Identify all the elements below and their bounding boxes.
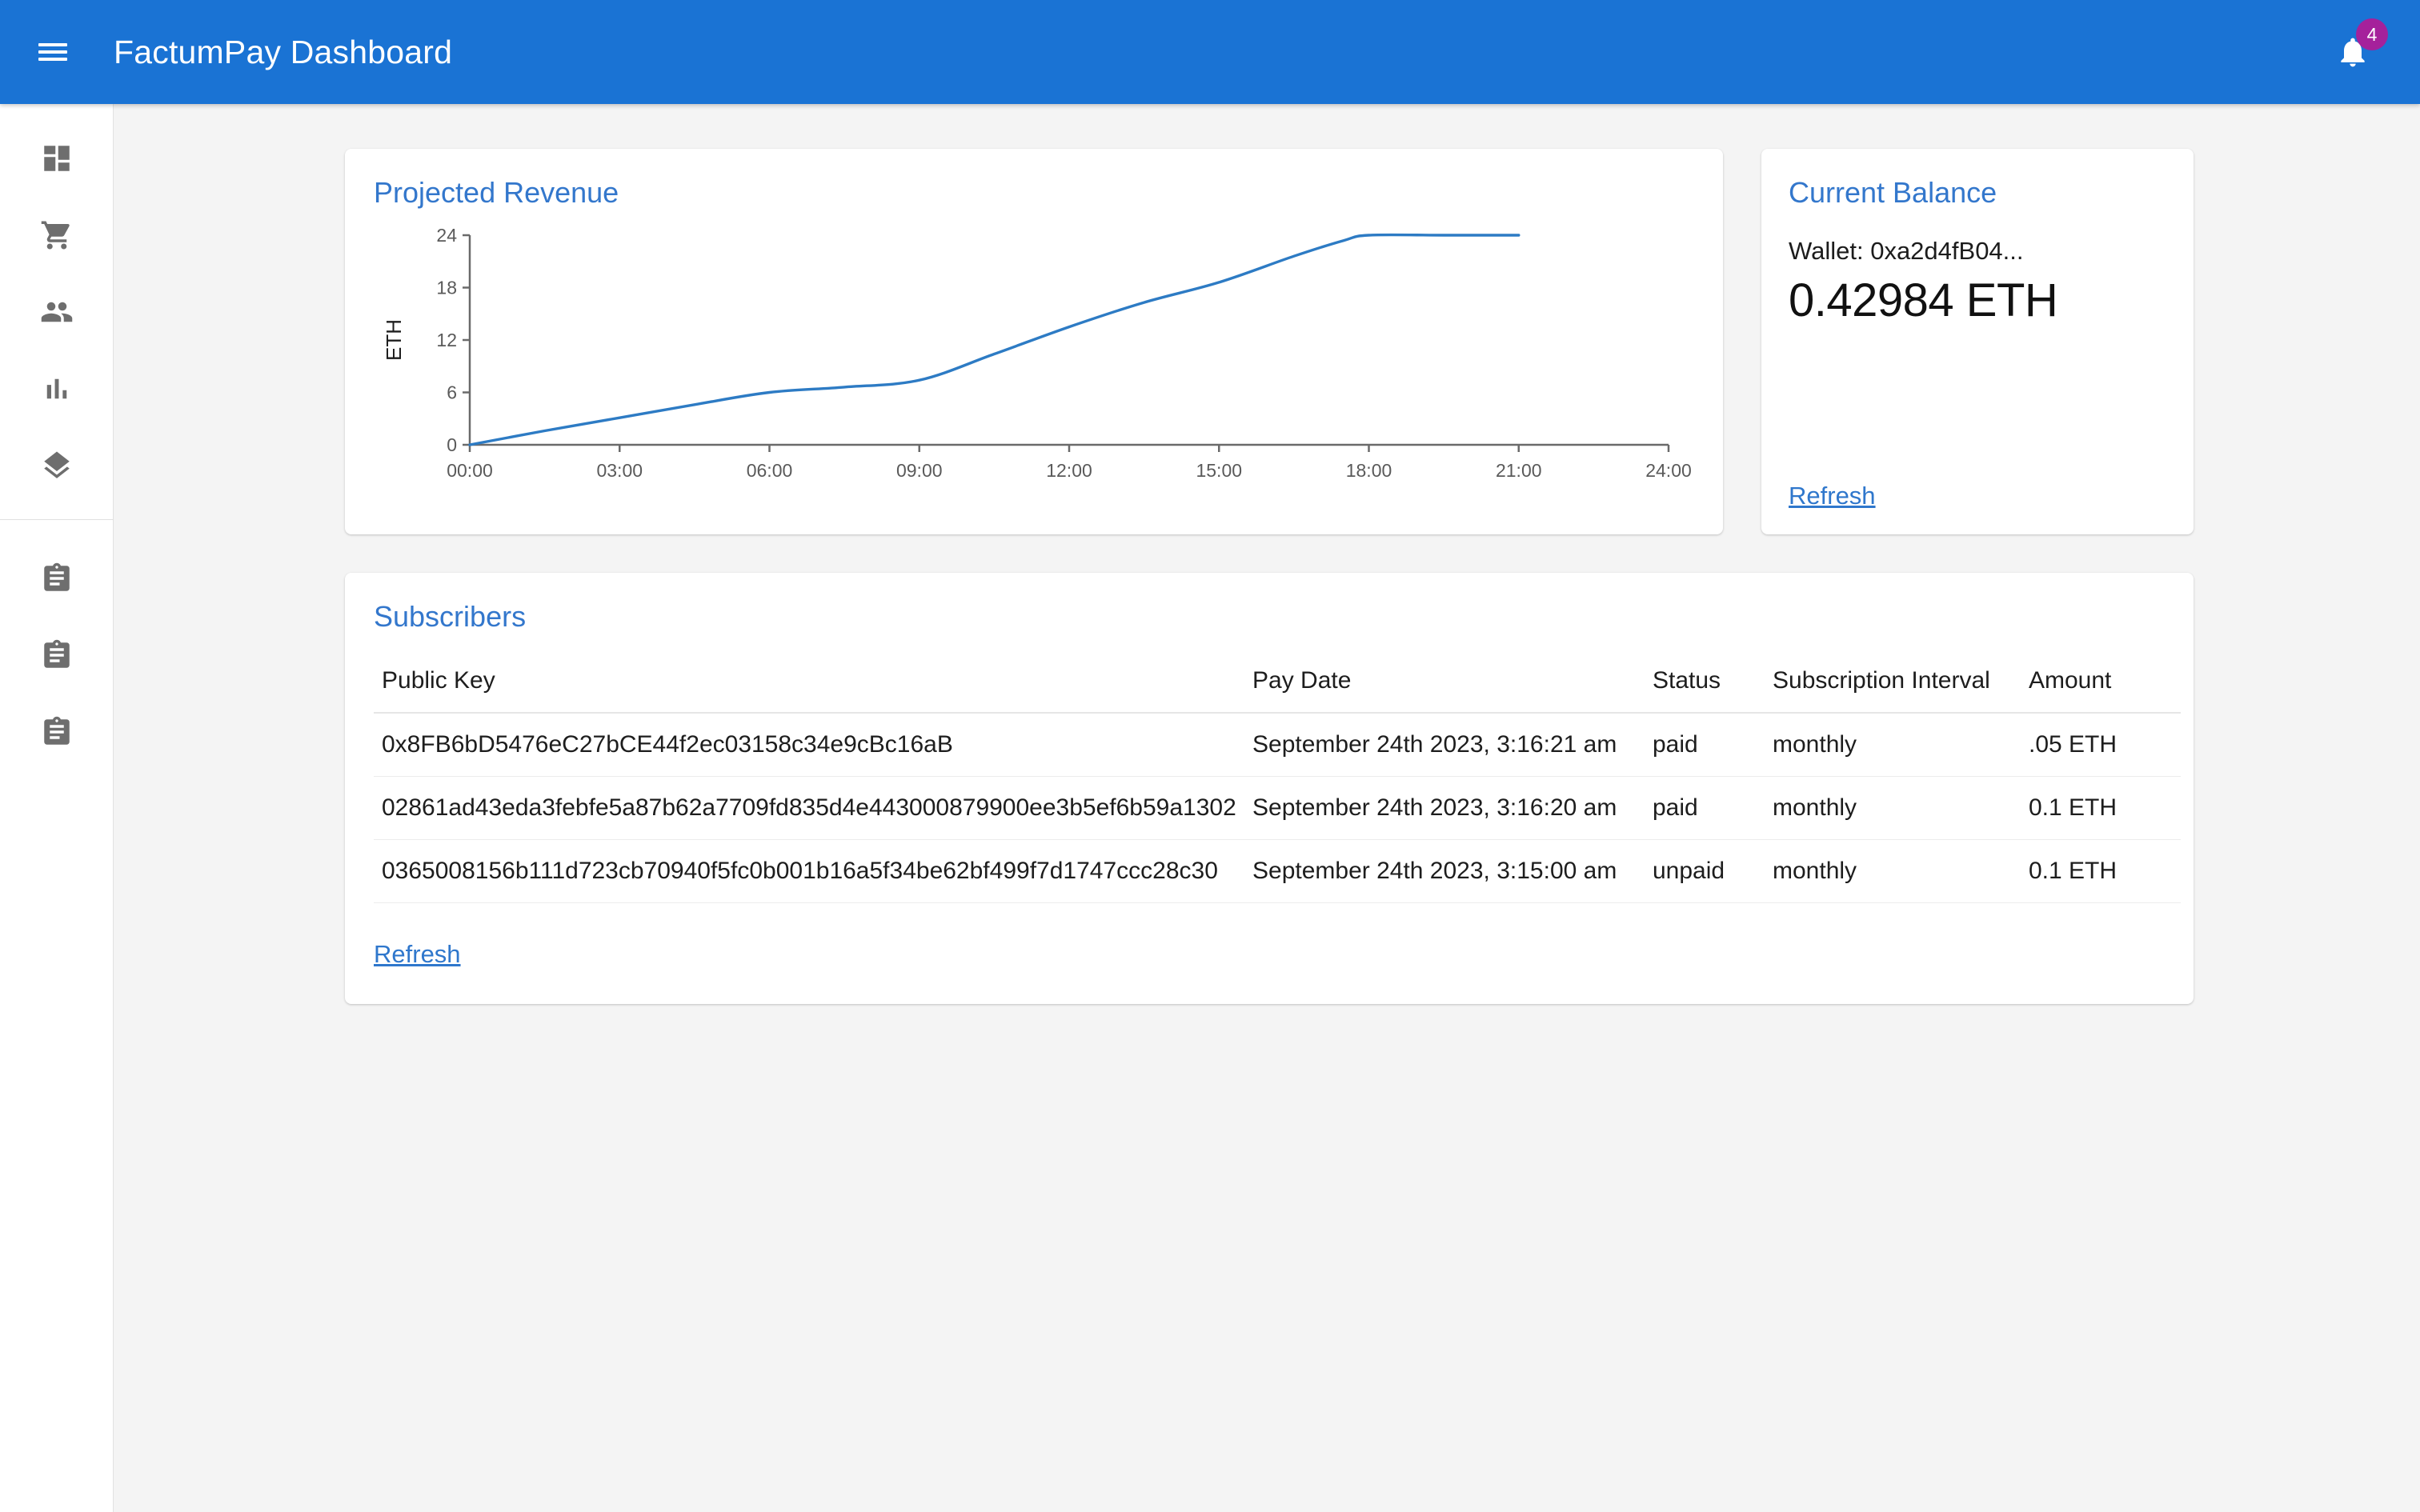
column-header-interval[interactable]: Subscription Interval	[1765, 662, 2021, 714]
svg-text:15:00: 15:00	[1196, 460, 1242, 481]
table-row[interactable]: 02861ad43eda3febfe5a87b62a7709fd835d4e44…	[374, 776, 2181, 840]
revenue-chart: 0 6 12 18 24 00:00 03:00 06:00 09:00 12:00 15:00 18…	[374, 224, 1694, 512]
projected-revenue-card: Projected Revenue 0 6 12 18 24 00:00 03:00 06:0…	[345, 149, 1723, 534]
notifications-button[interactable]: 4	[2314, 14, 2391, 90]
svg-text:6: 6	[447, 382, 457, 403]
bar-chart-icon	[46, 378, 67, 399]
cell-public-key: 02861ad43eda3febfe5a87b62a7709fd835d4e44…	[374, 776, 1244, 840]
main-content: Projected Revenue 0 6 12 18 24 00:00 03:00 06:0…	[114, 104, 2420, 1512]
svg-text:06:00: 06:00	[747, 460, 793, 481]
cell-pay-date: September 24th 2023, 3:16:21 am	[1244, 713, 1645, 777]
cell-pay-date: September 24th 2023, 3:15:00 am	[1244, 839, 1645, 903]
table-header-row: Public Key Pay Date Status Subscription …	[374, 662, 2181, 714]
svg-text:12:00: 12:00	[1046, 460, 1092, 481]
bottom-card-row: Subscribers Public Key Pay Date Status S…	[114, 534, 2420, 1004]
svg-text:00:00: 00:00	[447, 460, 493, 481]
subscribers-refresh-link[interactable]: Refresh	[374, 940, 461, 969]
svg-text:03:00: 03:00	[596, 460, 643, 481]
people-icon	[41, 302, 73, 322]
hamburger-menu-icon	[38, 39, 67, 65]
subscribers-table-head: Public Key Pay Date Status Subscription …	[374, 662, 2181, 714]
balance-refresh-link[interactable]: Refresh	[1789, 482, 1876, 510]
column-header-amount[interactable]: Amount	[2021, 662, 2181, 714]
subscribers-card: Subscribers Public Key Pay Date Status S…	[345, 573, 2194, 1004]
cell-public-key: 0x8FB6bD5476eC27bCE44f2ec03158c34e9cBc16…	[374, 713, 1244, 777]
cell-status: paid	[1645, 713, 1765, 777]
notification-badge: 4	[2356, 18, 2388, 50]
sidebar-nav	[0, 104, 114, 1512]
cell-interval: monthly	[1765, 713, 2021, 777]
table-row[interactable]: 0365008156b111d723cb70940f5fc0b001b16a5f…	[374, 839, 2181, 903]
subscribers-title: Subscribers	[374, 600, 527, 633]
cell-status: paid	[1645, 776, 1765, 840]
current-balance-title: Current Balance	[1789, 176, 1997, 209]
balance-amount: 0.42984 ETH	[1789, 274, 2058, 326]
svg-text:09:00: 09:00	[896, 460, 943, 481]
svg-text:18:00: 18:00	[1346, 460, 1392, 481]
app-header: FactumPay Dashboard 4	[0, 0, 2420, 104]
svg-text:24:00: 24:00	[1645, 460, 1692, 481]
column-header-public-key[interactable]: Public Key	[374, 662, 1244, 714]
shopping-cart-icon	[41, 221, 70, 250]
svg-text:18: 18	[436, 278, 457, 298]
cell-amount: 0.1 ETH	[2021, 839, 2181, 903]
svg-text:24: 24	[436, 225, 457, 246]
sidebar-item-reports[interactable]	[0, 350, 114, 427]
cell-public-key: 0365008156b111d723cb70940f5fc0b001b16a5f…	[374, 839, 1244, 903]
cell-amount: .05 ETH	[2021, 713, 2181, 777]
projected-revenue-title: Projected Revenue	[374, 176, 619, 209]
cell-amount: 0.1 ETH	[2021, 776, 2181, 840]
cell-interval: monthly	[1765, 776, 2021, 840]
svg-text:21:00: 21:00	[1496, 460, 1542, 481]
clipboard-icon	[44, 716, 70, 745]
svg-text:ETH: ETH	[382, 319, 406, 361]
current-balance-card: Current Balance Wallet: 0xa2d4fB04... 0.…	[1761, 149, 2194, 534]
subscribers-table-body: 0x8FB6bD5476eC27bCE44f2ec03158c34e9cBc16…	[374, 713, 2181, 903]
sidebar-item-dashboard[interactable]	[0, 120, 114, 197]
cell-status: unpaid	[1645, 839, 1765, 903]
layers-icon	[44, 451, 70, 478]
sidebar-item-report-1[interactable]	[0, 540, 114, 617]
column-header-status[interactable]: Status	[1645, 662, 1765, 714]
subscribers-table: Public Key Pay Date Status Subscription …	[374, 662, 2181, 903]
top-card-row: Projected Revenue 0 6 12 18 24 00:00 03:00 06:0…	[114, 149, 2420, 534]
sidebar-item-integrations[interactable]	[0, 427, 114, 504]
sidebar-item-customers[interactable]	[0, 274, 114, 350]
sidebar-divider	[0, 519, 114, 520]
svg-text:12: 12	[436, 330, 457, 350]
sidebar-item-report-2[interactable]	[0, 617, 114, 694]
cell-pay-date: September 24th 2023, 3:16:20 am	[1244, 776, 1645, 840]
table-row[interactable]: 0x8FB6bD5476eC27bCE44f2ec03158c34e9cBc16…	[374, 713, 2181, 777]
revenue-line-chart-svg: 0 6 12 18 24 00:00 03:00 06:00 09:00 12:00 15:00 18…	[382, 225, 1692, 481]
cell-interval: monthly	[1765, 839, 2021, 903]
clipboard-icon	[44, 639, 70, 668]
sidebar-item-orders[interactable]	[0, 197, 114, 274]
column-header-pay-date[interactable]: Pay Date	[1244, 662, 1645, 714]
balance-spacer	[1789, 327, 2166, 482]
sidebar-item-report-3[interactable]	[0, 694, 114, 770]
svg-text:0: 0	[447, 434, 457, 455]
app-title: FactumPay Dashboard	[114, 33, 453, 70]
hamburger-menu-button[interactable]	[14, 14, 91, 90]
dashboard-icon	[44, 146, 70, 171]
wallet-address: Wallet: 0xa2d4fB04...	[1789, 237, 2024, 265]
clipboard-icon	[44, 562, 70, 591]
